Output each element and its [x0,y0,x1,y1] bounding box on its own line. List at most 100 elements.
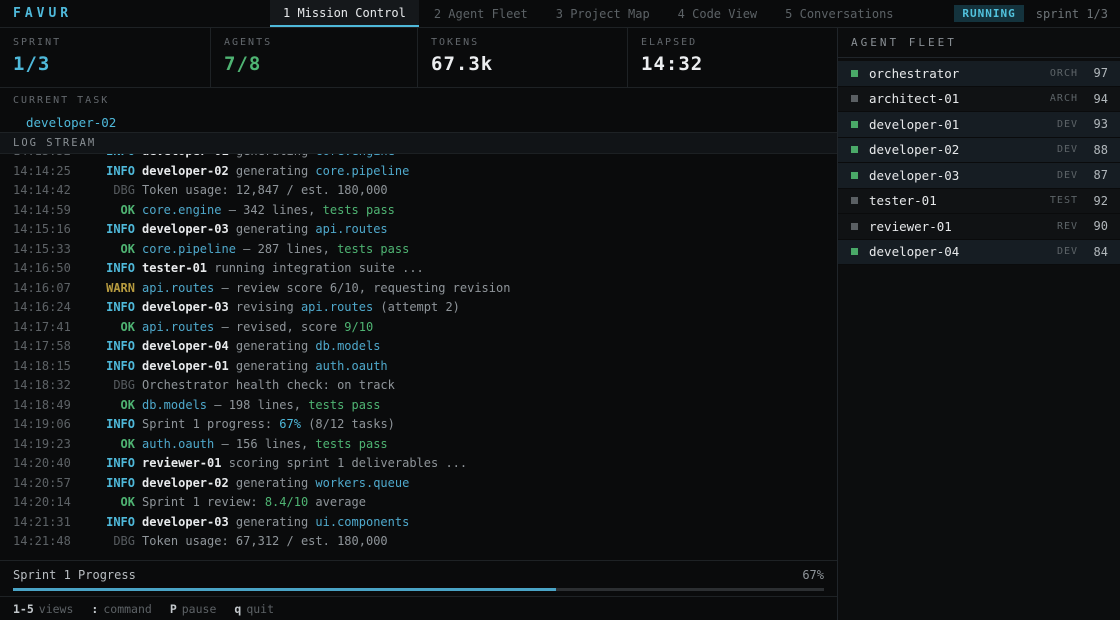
log-segment-mod: db.models [142,398,207,412]
agent-row-architect-01[interactable]: architect-01ARCH94 [838,87,1120,113]
tab-conversations[interactable]: 5 Conversations [772,0,906,27]
log-message: developer-02 generating core.pipeline [142,164,409,178]
log-timestamp: 14:15:33 [13,240,71,260]
log-line: 14:14:59OKcore.engine — 342 lines, tests… [13,201,837,221]
agent-score: 92 [1090,194,1108,208]
log-level: OK [71,318,135,338]
log-segment-name: developer-03 [142,300,229,314]
stat-value: 1/3 [13,53,210,75]
log-segment-txt: Sprint 1 progress: [142,417,279,431]
agent-status-dot [851,172,858,179]
log-segment-txt: Token usage: 67,312 / est. 180,000 [142,534,388,548]
agent-row-orchestrator[interactable]: orchestratorORCH97 [838,61,1120,87]
log-level: INFO [71,154,135,162]
log-level: DBG [71,376,135,396]
log-message: db.models — 198 lines, tests pass [142,398,380,412]
status-badge: RUNNING [954,5,1023,22]
agent-name: reviewer-01 [869,219,1057,234]
stats-row: SPRINT1/3AGENTS7/8TOKENS67.3kELAPSED14:3… [0,28,837,88]
agent-row-developer-04[interactable]: developer-04DEV84 [838,240,1120,266]
log-segment-txt: generating [229,339,316,353]
log-segment-txt: generating [229,515,316,529]
log-message: developer-01 generating core.engine [142,154,395,158]
log-message: api.routes — revised, score 9/10 [142,320,373,334]
agent-name: tester-01 [869,193,1050,208]
agent-score: 93 [1090,117,1108,131]
log-line: 14:18:49OK db.models — 198 lines, tests p… [13,396,837,416]
log-segment-mod: api.routes [301,300,373,314]
tab-agent-fleet[interactable]: 2 Agent Fleet [421,0,541,27]
log-segment-mod: auth.oauth [315,359,387,373]
log-segment-good: tests pass [308,398,380,412]
log-timestamp: 14:18:49 [13,396,71,416]
log-message: Sprint 1 progress: 67% (8/12 tasks) [142,417,395,431]
agent-row-developer-03[interactable]: developer-03DEV87 [838,163,1120,189]
log-line: 14:20:14OKSprint 1 review: 8.4/10 averag… [13,493,837,513]
log-line: 14:16:50INFOtester-01 running integratio… [13,259,837,279]
log-stream-header: LOG STREAM [0,133,837,154]
current-task-panel: CURRENT TASK developer-02 generating wor… [0,88,837,133]
log-message: Token usage: 12,847 / est. 180,000 [142,183,388,197]
sprint-indicator: sprint 1/3 [1036,7,1108,21]
tab-project-map[interactable]: 3 Project Map [543,0,663,27]
log-segment-txt: — review score 6/10, requesting revision [214,281,510,295]
log-line: 14:21:48DBGToken usage: 67,312 / est. 18… [13,532,837,552]
log-timestamp: 14:14:25 [13,162,71,182]
agent-row-tester-01[interactable]: tester-01TEST92 [838,189,1120,215]
agent-fleet-title: AGENT FLEET [838,28,1120,58]
progress-label: Sprint 1 Progress [13,568,136,582]
log-level: OK [71,396,135,416]
log-segment-txt: generating [229,164,316,178]
hint-quit: qquit [234,602,274,616]
log-line: 14:17:58INFOdeveloper-04 generating db.m… [13,337,837,357]
tab-code-view[interactable]: 4 Code View [665,0,770,27]
stat-label: TOKENS [431,37,627,48]
log-segment-name: reviewer-01 [142,456,221,470]
hint-key: : [91,602,98,616]
log-stream[interactable]: 14:13:52INFOdeveloper-01 generating core… [0,154,837,560]
agent-role: DEV [1057,119,1078,130]
hint-label: views [39,602,74,616]
log-segment-good: tests pass [323,203,395,217]
log-segment-accent: 67% [279,417,301,431]
log-message: api.routes — review score 6/10, requesti… [142,281,510,295]
hint-key: 1-5 [13,602,34,616]
agent-list: orchestratorORCH97architect-01ARCH94 deve… [838,58,1120,265]
log-segment-txt: — 198 lines, [207,398,308,412]
log-segment-name: developer-02 [142,476,229,490]
hint-pause: Ppause [170,602,217,616]
log-segment-txt: revising [229,300,301,314]
log-segment-good: 8.4/10 [265,495,308,509]
progress-bar-fill [13,588,556,591]
hint-key: P [170,602,177,616]
current-task-agent: developer-02 [13,110,837,136]
log-segment-mod: auth.oauth [142,437,214,451]
log-level: WARN [71,279,135,299]
log-line: 14:18:32DBGOrchestrator health check: on… [13,376,837,396]
hint-command: :command [91,602,151,616]
log-level: DBG [71,181,135,201]
log-segment-name: developer-03 [142,515,229,529]
agent-status-dot [851,95,858,102]
agent-row-reviewer-01[interactable]: reviewer-01REV90 [838,214,1120,240]
stat-label: AGENTS [224,37,417,48]
log-segment-good: tests pass [337,242,409,256]
stat-value: 14:32 [641,53,837,75]
log-line: 14:15:33OKcore.pipeline — 287 lines, tes… [13,240,837,260]
body: SPRINT1/3AGENTS7/8TOKENS67.3kELAPSED14:3… [0,28,1120,620]
agent-row-developer-01[interactable]: developer-01DEV93 [838,112,1120,138]
log-level: OK [71,240,135,260]
hint-label: pause [182,602,217,616]
log-segment-name: developer-01 [142,359,229,373]
log-line: 14:16:24INFOdeveloper-03 revising api.ro… [13,298,837,318]
tab-mission-control[interactable]: 1 Mission Control [270,0,419,27]
log-level: INFO [71,513,135,533]
hint-views: 1-5 views [13,602,73,616]
log-timestamp: 14:18:15 [13,357,71,377]
log-segment-txt: running integration suite ... [207,261,424,275]
agent-status-dot [851,197,858,204]
agent-row-developer-02[interactable]: developer-02DEV88 [838,138,1120,164]
log-line: 14:20:40INFOreviewer-01 scoring sprint 1… [13,454,837,474]
log-message: developer-02 generating workers.queue [142,476,409,490]
log-segment-txt: Sprint 1 review: [142,495,265,509]
